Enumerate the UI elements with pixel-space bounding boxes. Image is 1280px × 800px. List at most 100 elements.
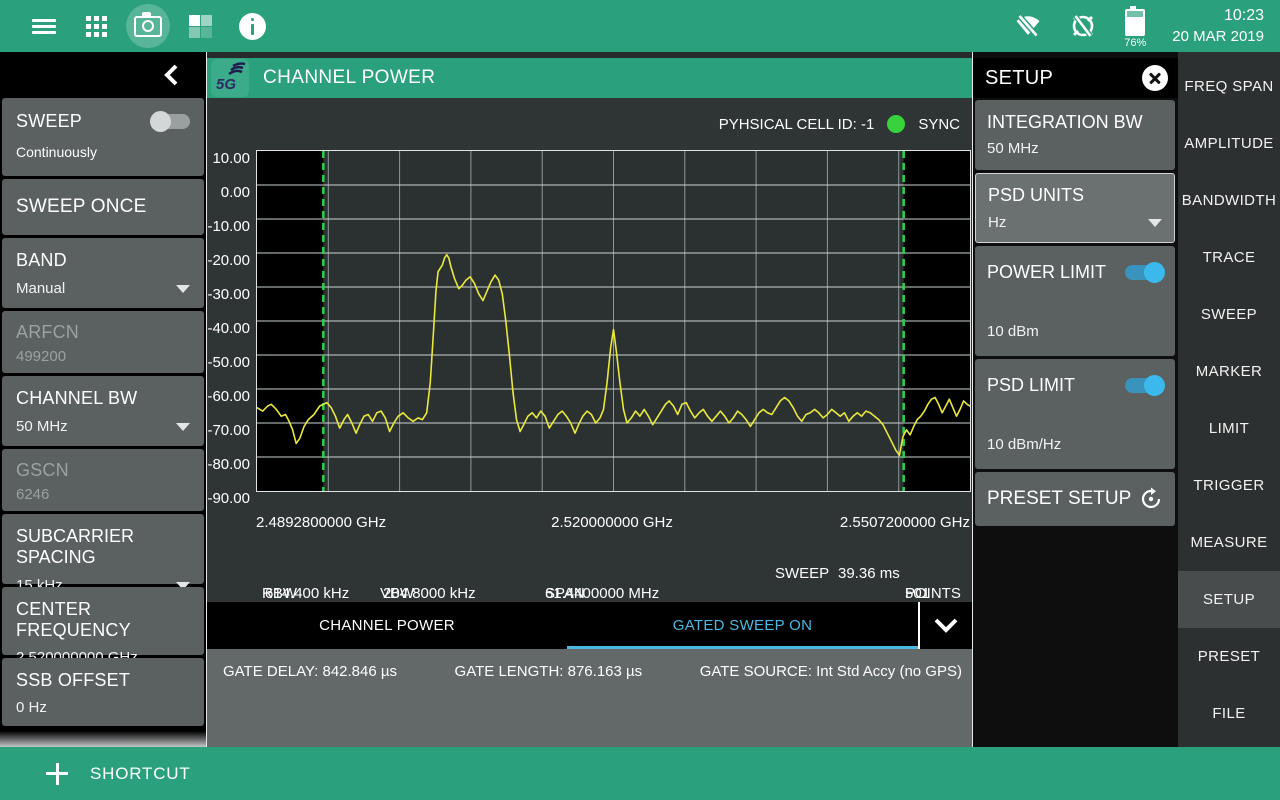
menu-item-amplitude[interactable]: AMPLITUDE — [1178, 115, 1280, 172]
gate-delay: GATE DELAY: 842.846 µs — [223, 663, 397, 680]
chevron-left-icon — [160, 62, 182, 88]
preset-setup-button[interactable]: PRESET SETUP — [975, 472, 1175, 526]
function-menu: FREQ SPAN AMPLITUDE BANDWIDTH TRACE SWEE… — [1178, 52, 1280, 747]
window-tiles-icon[interactable] — [174, 0, 226, 52]
spectrum-trace — [257, 151, 970, 491]
sweep-label: SWEEP — [16, 111, 82, 132]
reset-icon — [1139, 487, 1163, 511]
tabs-expand-button[interactable] — [918, 602, 972, 649]
y-tick-label: -30.00 — [207, 287, 250, 303]
vbw-readout: VBW 204.8000 kHz — [380, 565, 383, 582]
sidebar-item-sweep[interactable]: SWEEP Continuously — [2, 98, 204, 176]
x-axis-labels: 2.4892800000 GHz 2.520000000 GHz 2.55072… — [207, 490, 972, 545]
time: 10:23 — [1172, 6, 1264, 27]
sync-label: SYNC — [918, 116, 960, 133]
psd-limit-value: 10 dBm/Hz — [987, 436, 1061, 453]
spectrum-plot — [256, 150, 971, 492]
gscn-field: GSCN 6246 — [2, 449, 204, 511]
battery-indicator: 76% — [1124, 9, 1146, 49]
y-tick-label: -40.00 — [207, 321, 250, 337]
y-tick-label: -10.00 — [207, 219, 250, 235]
hamburger-menu-icon[interactable] — [18, 0, 70, 52]
power-limit-value: 10 dBm — [987, 323, 1039, 340]
info-icon[interactable] — [226, 0, 278, 52]
psd-units-value: Hz — [988, 214, 1006, 231]
power-limit-toggle[interactable] — [1125, 265, 1163, 280]
integration-bw-field[interactable]: INTEGRATION BW 50 MHz — [975, 100, 1175, 170]
top-status-bar: 76% 10:23 20 MAR 2019 — [0, 0, 1280, 52]
rbw-readout: RBW 614.400 kHz — [262, 565, 265, 582]
chevron-down-icon — [176, 285, 190, 293]
psd-units-dropdown[interactable]: PSD UNITS Hz — [975, 173, 1175, 243]
screenshot-camera-icon[interactable] — [122, 0, 174, 52]
y-tick-label: 0.00 — [221, 185, 250, 201]
gate-length: GATE LENGTH: 876.163 µs — [455, 663, 643, 680]
bottom-tabs: CHANNEL POWER GATED SWEEP ON — [207, 602, 972, 649]
tab-gated-sweep[interactable]: GATED SWEEP ON — [567, 602, 918, 649]
shortcut-label[interactable]: SHORTCUT — [90, 764, 191, 784]
wifi-off-icon[interactable] — [1014, 12, 1042, 40]
shortcut-bar: SHORTCUT — [0, 747, 1280, 800]
ssb-offset-field[interactable]: SSB OFFSET 0 Hz — [2, 658, 204, 726]
setup-panel-title: SETUP — [985, 67, 1053, 90]
tab-channel-power[interactable]: CHANNEL POWER — [207, 602, 567, 649]
arfcn-field: ARFCN 499200 — [2, 311, 204, 373]
y-tick-label: -70.00 — [207, 423, 250, 439]
gscn-value: 6246 — [16, 486, 190, 503]
sweep-once-button[interactable]: SWEEP ONCE — [2, 179, 204, 235]
y-axis-labels: 10.00 0.00 -10.00 -20.00 -30.00 -40.00 -50.00 -… — [207, 150, 256, 490]
apps-grid-icon[interactable] — [70, 0, 122, 52]
y-tick-label: -20.00 — [207, 253, 250, 269]
menu-item-freq-span[interactable]: FREQ SPAN — [1178, 58, 1280, 115]
sidebar-collapse-button[interactable] — [0, 52, 206, 98]
y-tick-label: -60.00 — [207, 389, 250, 405]
page-title: CHANNEL POWER — [263, 67, 435, 89]
clock: 10:23 20 MAR 2019 — [1172, 6, 1264, 46]
measurement-header: 5G CHANNEL POWER — [207, 58, 972, 98]
chart-area: PYHSICAL CELL ID: -1 SYNC 10.000.00-10.0… — [207, 98, 972, 602]
freq-start-label: 2.4892800000 GHz — [256, 514, 386, 531]
freq-stop-label: 2.5507200000 GHz — [840, 514, 970, 531]
5g-nr-icon: 5G — [211, 59, 249, 97]
setup-panel: SETUP INTEGRATION BW 50 MHz PSD UNITS Hz… — [972, 52, 1178, 747]
power-limit-field[interactable]: POWER LIMIT 10 dBm — [975, 246, 1175, 356]
date: 20 MAR 2019 — [1172, 27, 1264, 47]
channel-bw-dropdown[interactable]: CHANNEL BW 50 MHz — [2, 376, 204, 446]
y-tick-label: 10.00 — [212, 151, 250, 167]
chevron-down-icon — [176, 423, 190, 431]
center-frequency-field[interactable]: CENTER FREQUENCY 2.520000000 GHz — [2, 587, 204, 655]
sync-status-icon — [887, 115, 905, 133]
y-tick-label: -50.00 — [207, 355, 250, 371]
psd-limit-field[interactable]: PSD LIMIT 10 dBm/Hz — [975, 359, 1175, 469]
integration-bw-value: 50 MHz — [987, 140, 1163, 157]
chevron-down-icon — [1148, 219, 1162, 227]
menu-item-setup[interactable]: SETUP — [1178, 571, 1280, 628]
menu-item-file[interactable]: FILE — [1178, 685, 1280, 742]
menu-item-preset[interactable]: PRESET — [1178, 628, 1280, 685]
menu-item-measure[interactable]: MEASURE — [1178, 514, 1280, 571]
menu-item-trigger[interactable]: TRIGGER — [1178, 457, 1280, 514]
close-icon[interactable] — [1142, 65, 1168, 91]
sweep-toggle[interactable] — [152, 114, 190, 129]
sync-off-icon[interactable] — [1068, 11, 1098, 41]
battery-percent: 76% — [1124, 37, 1146, 49]
subcarrier-spacing-dropdown[interactable]: SUBCARRIER SPACING 15 kHz — [2, 514, 204, 584]
signal-wing-icon — [226, 62, 246, 76]
ssb-offset-value: 0 Hz — [16, 699, 190, 716]
sweep-time-value: 39.36 ms — [838, 565, 900, 582]
chevron-down-icon — [933, 618, 959, 633]
measurement-panel: 5G CHANNEL POWER PYHSICAL CELL ID: -1 SY… — [207, 52, 972, 747]
sweep-time-label: SWEEP — [775, 565, 829, 582]
menu-item-trace[interactable]: TRACE — [1178, 229, 1280, 286]
psd-limit-toggle[interactable] — [1125, 378, 1163, 393]
arfcn-value: 499200 — [16, 348, 190, 365]
channel-bw-value: 50 MHz — [16, 418, 68, 435]
gate-info-bar: GATE DELAY: 842.846 µs GATE LENGTH: 876.… — [207, 649, 972, 747]
plus-icon[interactable] — [46, 763, 68, 785]
band-dropdown[interactable]: BAND Manual — [2, 238, 204, 308]
menu-item-marker[interactable]: MARKER — [1178, 343, 1280, 400]
menu-item-bandwidth[interactable]: BANDWIDTH — [1178, 172, 1280, 229]
battery-icon — [1125, 9, 1145, 36]
menu-item-limit[interactable]: LIMIT — [1178, 400, 1280, 457]
menu-item-sweep[interactable]: SWEEP — [1178, 286, 1280, 343]
